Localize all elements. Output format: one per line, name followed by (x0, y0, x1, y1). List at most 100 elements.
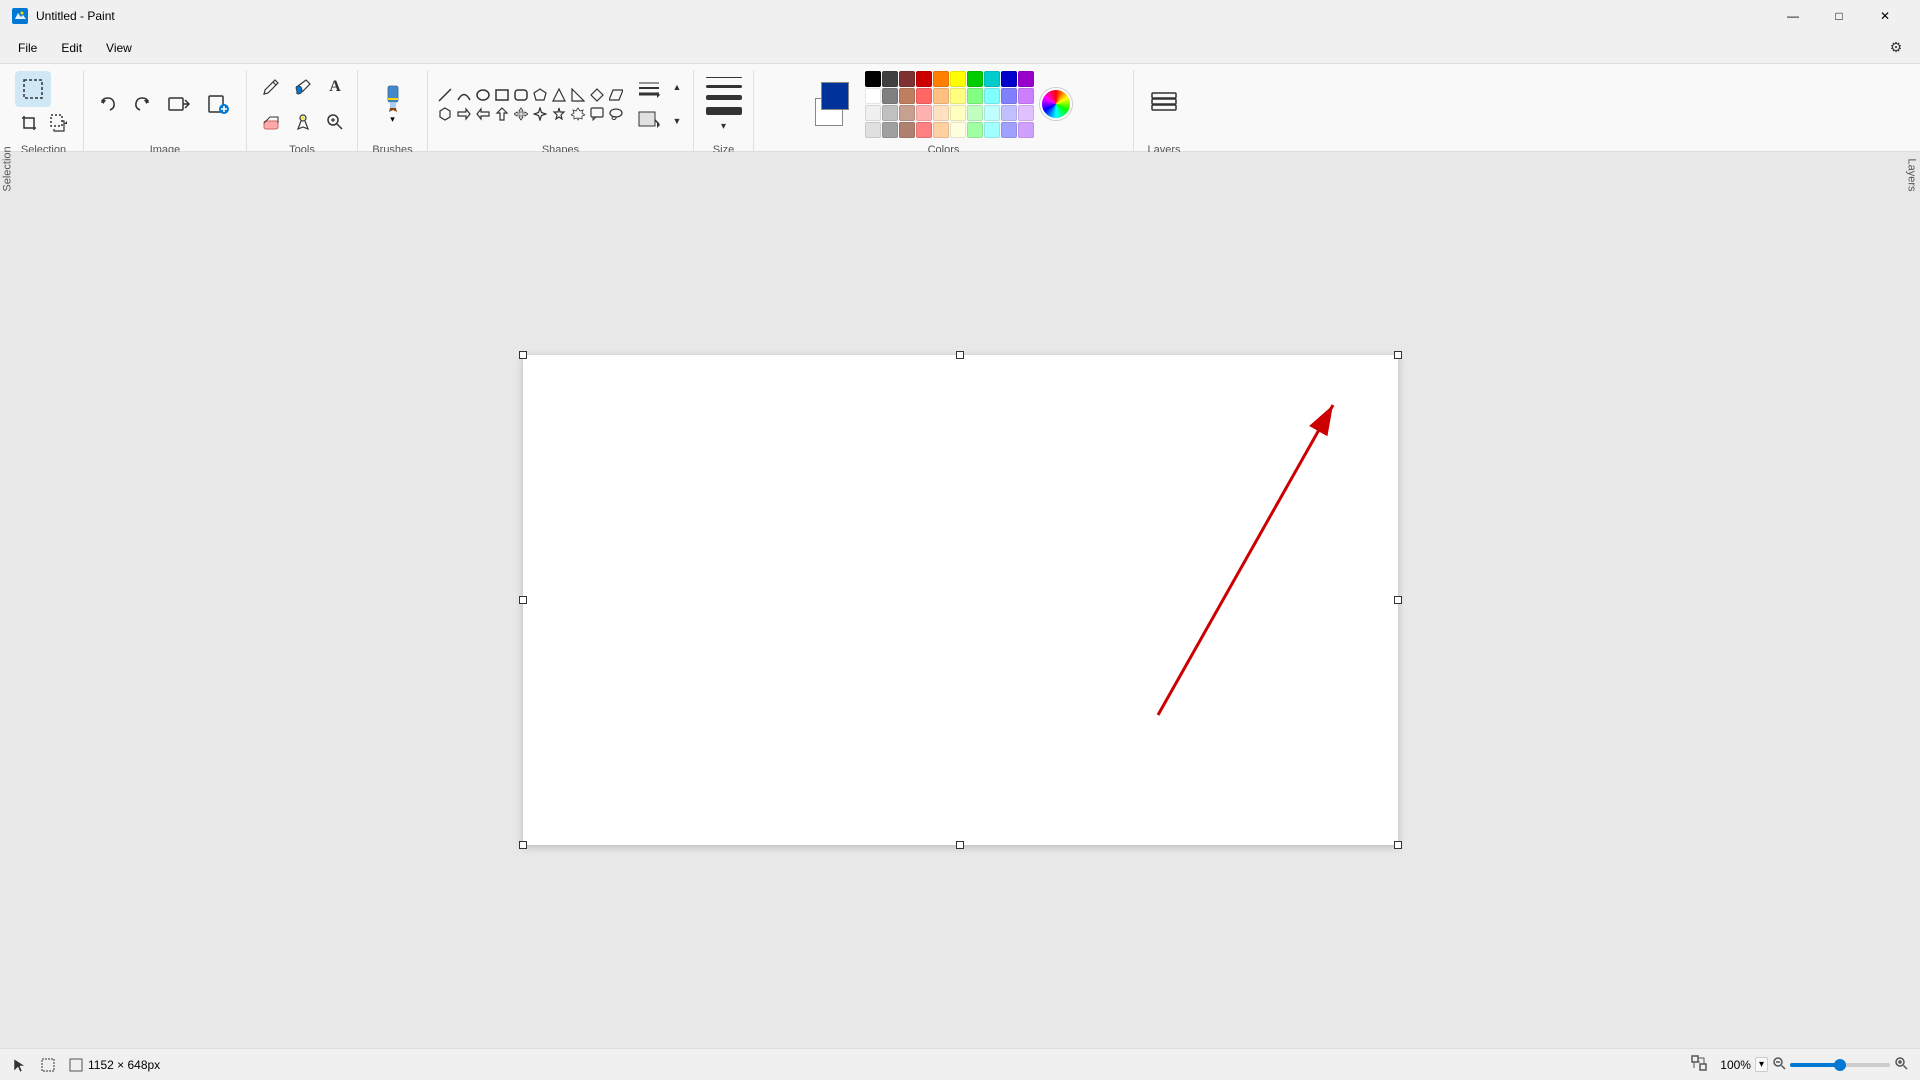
handle-tl[interactable] (519, 351, 527, 359)
callout-round-shape[interactable] (607, 105, 625, 123)
color-pale-green[interactable] (967, 122, 983, 138)
star5-shape[interactable] (550, 105, 568, 123)
zoom-out-button[interactable] (1772, 1056, 1786, 1073)
color-lightred[interactable] (916, 88, 932, 104)
star6-shape[interactable] (569, 105, 587, 123)
canvas-area[interactable] (0, 152, 1920, 1048)
color-lightorange[interactable] (933, 88, 949, 104)
color-red[interactable] (916, 71, 932, 87)
handle-ml[interactable] (519, 596, 527, 604)
color-cream[interactable] (950, 105, 966, 121)
color-midgray[interactable] (882, 88, 898, 104)
size-4-button[interactable] (704, 105, 744, 117)
zoom-slider[interactable] (1790, 1063, 1890, 1067)
handle-tc[interactable] (956, 351, 964, 359)
color-orange[interactable] (933, 71, 949, 87)
color-green[interactable] (967, 71, 983, 87)
select-dropdown-button[interactable] (45, 109, 73, 137)
color-sky[interactable] (984, 105, 1000, 121)
zoom-dropdown[interactable]: ▾ (1755, 1057, 1768, 1072)
color-mint[interactable] (967, 105, 983, 121)
callout-rect-shape[interactable] (588, 105, 606, 123)
close-button[interactable]: ✕ (1862, 0, 1908, 32)
color-lilac[interactable] (1018, 105, 1034, 121)
brush-button[interactable]: ▾ (371, 78, 415, 130)
handle-br[interactable] (1394, 841, 1402, 849)
color-darkred[interactable] (899, 71, 915, 87)
layers-button[interactable] (1144, 84, 1184, 124)
menu-file[interactable]: File (8, 37, 47, 59)
menu-view[interactable]: View (96, 37, 142, 59)
maximize-button[interactable]: □ (1816, 0, 1862, 32)
right-arrow-shape[interactable] (455, 105, 473, 123)
color-darkgray[interactable] (882, 71, 898, 87)
rect-shape[interactable] (493, 86, 511, 104)
pencil-button[interactable] (255, 71, 287, 103)
color-periwinkle[interactable] (1001, 122, 1017, 138)
color-bisque[interactable] (933, 122, 949, 138)
color-rosewood[interactable] (899, 122, 915, 138)
fit-view-button[interactable] (1691, 1055, 1707, 1074)
left-arrow-shape[interactable] (474, 105, 492, 123)
color-purple[interactable] (1018, 71, 1034, 87)
rect-select-button[interactable] (15, 71, 51, 107)
color-tan[interactable] (899, 105, 915, 121)
color-picker-button[interactable] (287, 106, 319, 138)
size-2-button[interactable] (704, 83, 744, 90)
color-lightest-yellow[interactable] (950, 122, 966, 138)
star4-shape[interactable] (531, 105, 549, 123)
handle-mr[interactable] (1394, 596, 1402, 604)
ellipse-shape[interactable] (474, 86, 492, 104)
size-1-button[interactable] (704, 75, 744, 80)
color-cyan[interactable] (984, 71, 1000, 87)
size-chevron[interactable]: ▾ (706, 120, 742, 134)
menu-edit[interactable]: Edit (51, 37, 92, 59)
pentagon-shape[interactable] (531, 86, 549, 104)
shapes-scroll-up[interactable]: ▲ (669, 77, 685, 97)
color-offwhite[interactable] (865, 122, 881, 138)
color-blue[interactable] (1001, 71, 1017, 87)
crop-button[interactable] (15, 109, 43, 137)
parallelogram-shape[interactable] (607, 86, 625, 104)
handle-bc[interactable] (956, 841, 964, 849)
new-image-button[interactable] (200, 85, 238, 123)
settings-button[interactable]: ⚙ (1880, 32, 1912, 64)
color-silver[interactable] (882, 105, 898, 121)
right-triangle-shape[interactable] (569, 86, 587, 104)
fill-dropdown[interactable] (631, 105, 667, 133)
color-gray[interactable] (882, 122, 898, 138)
color-pale-cyan[interactable] (984, 122, 1000, 138)
color-black[interactable] (865, 71, 881, 87)
undo-button[interactable] (92, 88, 124, 120)
line-shape[interactable] (436, 86, 454, 104)
color-lightcyan[interactable] (984, 88, 1000, 104)
color-pink[interactable] (916, 105, 932, 121)
color-lightyellow[interactable] (950, 88, 966, 104)
text-button[interactable]: A (319, 71, 351, 103)
zoom-thumb[interactable] (1834, 1059, 1846, 1071)
color-picker-wheel[interactable] (1040, 88, 1072, 120)
fg-color[interactable] (821, 82, 849, 110)
roundrect-shape[interactable] (512, 86, 530, 104)
canvas-surface[interactable] (523, 355, 1398, 845)
color-peach[interactable] (933, 105, 949, 121)
fill-button[interactable] (287, 71, 319, 103)
up-arrow-shape[interactable] (493, 105, 511, 123)
redo-button[interactable] (126, 88, 158, 120)
diamond-shape[interactable] (588, 86, 606, 104)
zoom-in-button[interactable] (1894, 1056, 1908, 1073)
handle-tr[interactable] (1394, 351, 1402, 359)
four-arrow-shape[interactable] (512, 105, 530, 123)
hexagon-shape[interactable] (436, 105, 454, 123)
color-yellow[interactable] (950, 71, 966, 87)
image-resize-button[interactable] (160, 85, 198, 123)
color-white[interactable] (865, 88, 881, 104)
eraser-button[interactable] (255, 106, 287, 138)
minimize-button[interactable]: — (1770, 0, 1816, 32)
size-3-button[interactable] (704, 93, 744, 102)
handle-bl[interactable] (519, 841, 527, 849)
zoom-tool-button[interactable] (319, 106, 351, 138)
color-lightgreen[interactable] (967, 88, 983, 104)
stroke-dropdown[interactable] (631, 75, 667, 103)
curve-shape[interactable] (455, 86, 473, 104)
